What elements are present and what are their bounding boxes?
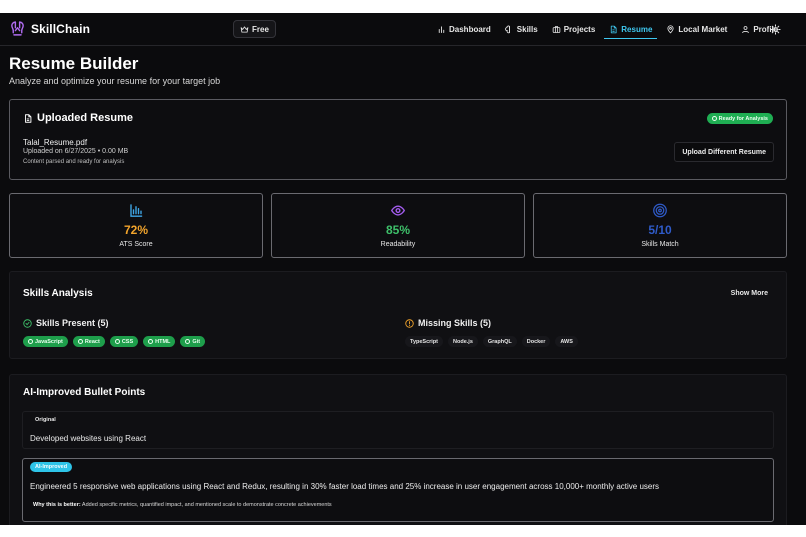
skills-present-list: JavaScript React CSS HTML Git (23, 336, 206, 347)
check-circle-icon (148, 339, 154, 344)
file-meta: Uploaded on 6/27/2025 • 0.00 MB (23, 148, 129, 155)
skills-missing-list: TypeScript Node.js GraphQL Docker AWS (405, 336, 578, 347)
sun-icon[interactable] (770, 24, 781, 35)
user-icon (742, 26, 750, 34)
skills-analysis-card: Skills Analysis Show More Skills Present… (9, 271, 787, 359)
skill-chip-label: React (84, 338, 100, 345)
skill-chip-present: React (72, 336, 105, 347)
nav-item-label: Projects (563, 25, 596, 34)
nav-item-label: Skills (516, 25, 538, 34)
nav-items: Dashboard Skills Projects Resume Local M… (430, 13, 785, 46)
ai-bullets-card: AI-Improved Bullet Points Original Devel… (9, 374, 787, 525)
uploaded-resume-title: Uploaded Resume (37, 112, 133, 124)
alert-circle-icon (405, 318, 414, 328)
brand-name: SkillChain (31, 21, 91, 36)
stat-value: 72% (123, 223, 149, 237)
nav-item-label: Resume (621, 25, 653, 34)
nav-item-projects[interactable]: Projects (545, 13, 603, 46)
stat-label: Skills Match (641, 241, 679, 248)
nav-item-label: Local Market (678, 25, 728, 34)
file-icon (25, 113, 32, 123)
file-name: Talal_Resume.pdf (23, 138, 88, 147)
map-pin-icon (667, 25, 674, 34)
stat-label: Readability (380, 241, 416, 248)
skillchain-logo-icon (11, 21, 24, 36)
eye-icon (390, 205, 406, 216)
bar-chart-icon (130, 204, 143, 217)
skill-chip-label: CSS (121, 338, 134, 345)
stat-card-ats-score: 72% ATS Score (9, 193, 263, 258)
target-icon (653, 203, 667, 218)
skill-chip-missing: GraphQL (482, 336, 517, 347)
skill-chip-label: Git (192, 338, 201, 345)
check-circle-icon (711, 116, 717, 121)
status-badge: Ready for Analysis (706, 113, 773, 124)
check-circle-icon (28, 339, 33, 344)
ai-improved-tag: AI-Improved (30, 462, 73, 472)
show-more-button[interactable]: Show More (731, 290, 768, 297)
skill-chip-present: JavaScript (23, 336, 68, 347)
check-circle-icon (114, 339, 120, 344)
stat-label: ATS Score (119, 241, 153, 248)
top-navbar: SkillChain Free Dashboard Skills Project… (0, 13, 806, 46)
nav-item-resume[interactable]: Resume (602, 13, 659, 46)
skills-present-title: Skills Present (5) (36, 318, 109, 328)
skills-present-header: Skills Present (5) (23, 318, 109, 328)
stat-card-skills-match: 5/10 Skills Match (533, 193, 787, 258)
bar-chart-icon (438, 26, 445, 33)
why-better-label: Why this is better: (33, 502, 81, 508)
skill-chip-present: CSS (109, 336, 139, 347)
skill-chip-missing: Docker (521, 336, 551, 347)
file-status: Content parsed and ready for analysis (23, 159, 125, 165)
uploaded-resume-card: Uploaded Resume Ready for Analysis Talal… (9, 99, 787, 180)
app-window: SkillChain Free Dashboard Skills Project… (0, 13, 806, 525)
brain-icon (504, 25, 510, 34)
page-title: Resume Builder (9, 54, 139, 73)
original-bullet-box: Original Developed websites using React (22, 411, 774, 449)
skills-missing-header: Missing Skills (5) (405, 318, 491, 328)
upload-different-resume-button[interactable]: Upload Different Resume (674, 142, 774, 162)
nav-item-dashboard[interactable]: Dashboard (430, 13, 498, 46)
skill-chip-missing: TypeScript (405, 336, 444, 347)
stat-value: 85% (385, 223, 411, 237)
ai-bullets-title: AI-Improved Bullet Points (23, 387, 146, 398)
skill-chip-label: JavaScript (35, 338, 63, 345)
why-better-text: Added specific metrics, quantified impac… (81, 502, 332, 508)
stat-card-readability: 85% Readability (271, 193, 525, 258)
nav-item-label: Dashboard (449, 25, 491, 34)
brand[interactable]: SkillChain (9, 20, 90, 37)
check-circle-icon (185, 339, 191, 344)
skills-missing-title: Missing Skills (5) (418, 318, 492, 328)
improved-bullet-box: AI-Improved Engineered 5 responsive web … (22, 458, 774, 522)
nav-item-local-market[interactable]: Local Market (659, 13, 734, 46)
page-subtitle: Analyze and optimize your resume for you… (9, 76, 221, 86)
check-circle-icon (77, 339, 83, 344)
stat-value: 5/10 (648, 223, 672, 237)
skills-analysis-title: Skills Analysis (23, 288, 93, 299)
file-icon (611, 25, 617, 34)
plan-button[interactable]: Free (233, 20, 276, 38)
plan-label: Free (252, 24, 269, 34)
uploaded-resume-header: Uploaded Resume (23, 112, 133, 124)
skill-chip-present: Git (180, 336, 206, 347)
original-tag: Original (35, 417, 56, 423)
skill-chip-label: HTML (155, 338, 171, 345)
crown-icon (240, 25, 249, 33)
skill-chip-present: HTML (143, 336, 176, 347)
skill-chip-missing: AWS (555, 336, 578, 347)
status-badge-label: Ready for Analysis (718, 115, 768, 122)
improved-text: Engineered 5 responsive web applications… (30, 482, 660, 491)
why-better-note: Why this is better: Added specific metri… (33, 502, 332, 508)
briefcase-icon (552, 26, 560, 33)
original-text: Developed websites using React (30, 434, 147, 443)
skill-chip-missing: Node.js (448, 336, 478, 347)
nav-item-skills[interactable]: Skills (498, 13, 545, 46)
check-circle-icon (23, 318, 32, 328)
